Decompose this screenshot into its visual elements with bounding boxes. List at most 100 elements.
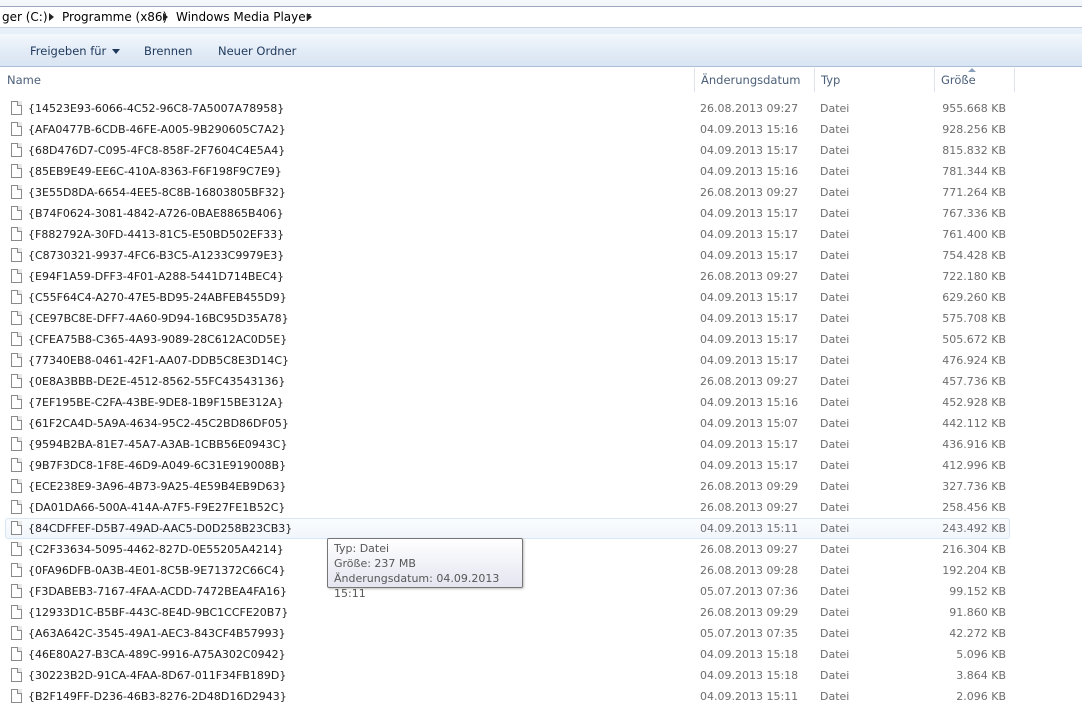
file-icon [11, 437, 22, 451]
file-size: 955.668 KB [942, 102, 1006, 115]
file-type: Datei [820, 291, 850, 304]
file-name: {E94F1A59-DFF3-4F01-A288-5441D714BEC4} [28, 270, 285, 283]
breadcrumb-separator-icon[interactable] [307, 13, 312, 21]
column-header-type[interactable]: Typ [814, 68, 934, 92]
file-date: 26.08.2013 09:28 [700, 564, 799, 577]
file-type: Datei [820, 165, 850, 178]
file-size: 442.112 KB [942, 417, 1006, 430]
column-header-date[interactable]: Änderungsdatum [694, 68, 814, 92]
file-row[interactable]: {84CDFFEF-D5B7-49AD-AAC5-D0D258B23CB3} 04… [0, 518, 1082, 539]
file-row[interactable]: {46E80A27-B3CA-489C-9916-A75A302C0942} 04… [0, 644, 1082, 665]
file-type: Datei [820, 627, 850, 640]
file-size: 761.400 KB [942, 228, 1006, 241]
file-row[interactable]: {C2F33634-5095-4462-827D-0E55205A4214} 26… [0, 539, 1082, 560]
file-date: 26.08.2013 09:27 [700, 501, 799, 514]
file-name: {46E80A27-B3CA-489C-9916-A75A302C0942} [28, 648, 286, 661]
file-date: 04.09.2013 15:07 [700, 417, 799, 430]
file-type: Datei [820, 438, 850, 451]
file-date: 26.08.2013 09:29 [700, 606, 799, 619]
file-icon [11, 122, 22, 136]
file-name: {61F2CA4D-5A9A-4634-95C2-45C2BD86DF05} [28, 417, 289, 430]
file-row[interactable]: {C8730321-9937-4FC6-B3C5-A1233C9979E3} 04… [0, 245, 1082, 266]
file-size: 815.832 KB [942, 144, 1006, 157]
file-type: Datei [820, 648, 850, 661]
file-date: 04.09.2013 15:17 [700, 459, 799, 472]
file-date: 04.09.2013 15:17 [700, 228, 799, 241]
file-icon [11, 290, 22, 304]
file-row[interactable]: {85EB9E49-EE6C-410A-8363-F6F198F9C7E9} 04… [0, 161, 1082, 182]
file-row[interactable]: {F3DABEB3-7167-4FAA-ACDD-7472BEA4FA16} 05… [0, 581, 1082, 602]
file-row[interactable]: {77340EB8-0461-42F1-AA07-DDB5C8E3D14C} 04… [0, 350, 1082, 371]
file-row[interactable]: {E94F1A59-DFF3-4F01-A288-5441D714BEC4} 26… [0, 266, 1082, 287]
file-type: Datei [820, 270, 850, 283]
file-row[interactable]: {3E55D8DA-6654-4EE5-8C8B-16803805BF32} 26… [0, 182, 1082, 203]
file-icon [11, 605, 22, 619]
file-size: 505.672 KB [942, 333, 1006, 346]
new-folder-button[interactable]: Neuer Ordner [218, 44, 296, 58]
file-row[interactable]: {A63A642C-3545-49A1-AEC3-843CF4B57993} 05… [0, 623, 1082, 644]
file-row[interactable]: {CFEA75B8-C365-4A93-9089-28C612AC0D5E} 04… [0, 329, 1082, 350]
file-row[interactable]: {ECE238E9-3A96-4B73-9A25-4E59B4EB9D63} 26… [0, 476, 1082, 497]
file-row[interactable]: {7EF195BE-C2FA-43BE-9DE8-1B9F15BE312A} 04… [0, 392, 1082, 413]
file-date: 04.09.2013 15:17 [700, 207, 799, 220]
file-icon [11, 626, 22, 640]
file-date: 04.09.2013 15:17 [700, 249, 799, 262]
file-row[interactable]: {B74F0624-3081-4842-A726-0BAE8865B406} 04… [0, 203, 1082, 224]
file-type: Datei [820, 669, 850, 682]
breadcrumb-drive[interactable]: ger (C:) [2, 10, 48, 24]
file-icon [11, 374, 22, 388]
file-type: Datei [820, 207, 850, 220]
file-row[interactable]: {B2F149FF-D236-46B3-8276-2D48D16D2943} 04… [0, 686, 1082, 707]
file-row[interactable]: {CE97BC8E-DFF7-4A60-9D94-16BC95D35A78} 04… [0, 308, 1082, 329]
file-icon [11, 479, 22, 493]
file-type: Datei [820, 459, 850, 472]
file-size: 327.736 KB [942, 480, 1006, 493]
file-row[interactable]: {68D476D7-C095-4FC8-858F-2F7604C4E5A4} 04… [0, 140, 1082, 161]
burn-button[interactable]: Brennen [144, 44, 192, 58]
file-size: 457.736 KB [942, 375, 1006, 388]
file-row[interactable]: {61F2CA4D-5A9A-4634-95C2-45C2BD86DF05} 04… [0, 413, 1082, 434]
file-name: {C2F33634-5095-4462-827D-0E55205A4214} [28, 543, 284, 556]
file-row[interactable]: {C55F64C4-A270-47E5-BD95-24ABFEB455D9} 04… [0, 287, 1082, 308]
file-type: Datei [820, 354, 850, 367]
breadcrumb[interactable]: ger (C:) Programme (x86) Windows Media P… [0, 6, 1082, 28]
file-row[interactable]: {F882792A-30FD-4413-81C5-E50BD502EF33} 04… [0, 224, 1082, 245]
tooltip-type: Typ: Datei [334, 542, 390, 555]
file-row[interactable]: {AFA0477B-6CDB-46FE-A005-9B290605C7A2} 04… [0, 119, 1082, 140]
file-icon [11, 206, 22, 220]
file-row[interactable]: {0FA96DFB-0A3B-4E01-8C5B-9E71372C66C4} 26… [0, 560, 1082, 581]
share-button[interactable]: Freigeben für [30, 44, 121, 58]
file-type: Datei [820, 312, 850, 325]
file-row[interactable]: {0E8A3BBB-DE2E-4512-8562-55FC43543136} 26… [0, 371, 1082, 392]
file-icon [11, 311, 22, 325]
file-date: 04.09.2013 15:17 [700, 144, 799, 157]
file-row[interactable]: {12933D1C-B5BF-443C-8E4D-9BC1CCFE20B7} 26… [0, 602, 1082, 623]
file-size: 436.916 KB [942, 438, 1006, 451]
file-size: 476.924 KB [942, 354, 1006, 367]
file-date: 04.09.2013 15:11 [700, 522, 799, 535]
file-date: 26.08.2013 09:29 [700, 480, 799, 493]
file-size: 91.860 KB [949, 606, 1006, 619]
file-name: {12933D1C-B5BF-443C-8E4D-9BC1CCFE20B7} [28, 606, 289, 619]
file-row[interactable]: {9594B2BA-81E7-45A7-A3AB-1CBB56E0943C} 04… [0, 434, 1082, 455]
file-date: 04.09.2013 15:17 [700, 333, 799, 346]
file-name: {30223B2D-91CA-4FAA-8D67-011F34FB189D} [28, 669, 287, 682]
file-row[interactable]: {9B7F3DC8-1F8E-46D9-A049-6C31E919008B} 04… [0, 455, 1082, 476]
breadcrumb-programme[interactable]: Programme (x86) [62, 10, 167, 24]
file-row[interactable]: {14523E93-6066-4C52-96C8-7A5007A78958} 26… [0, 98, 1082, 119]
breadcrumb-separator-icon[interactable] [163, 13, 168, 21]
column-divider[interactable] [1014, 68, 1015, 92]
file-date: 26.08.2013 09:27 [700, 270, 799, 283]
column-header-name[interactable]: Name [0, 68, 694, 92]
file-size: 575.708 KB [942, 312, 1006, 325]
file-row[interactable]: {30223B2D-91CA-4FAA-8D67-011F34FB189D} 04… [0, 665, 1082, 686]
breadcrumb-wmp[interactable]: Windows Media Player [176, 10, 311, 24]
breadcrumb-separator-icon[interactable] [49, 13, 54, 21]
file-type: Datei [820, 123, 850, 136]
file-name: {ECE238E9-3A96-4B73-9A25-4E59B4EB9D63} [28, 480, 287, 493]
file-icon [11, 668, 22, 682]
file-date: 26.08.2013 09:27 [700, 375, 799, 388]
file-size: 629.260 KB [942, 291, 1006, 304]
file-icon [11, 185, 22, 199]
file-row[interactable]: {DA01DA66-500A-414A-A7F5-F9E27FE1B52C} 26… [0, 497, 1082, 518]
